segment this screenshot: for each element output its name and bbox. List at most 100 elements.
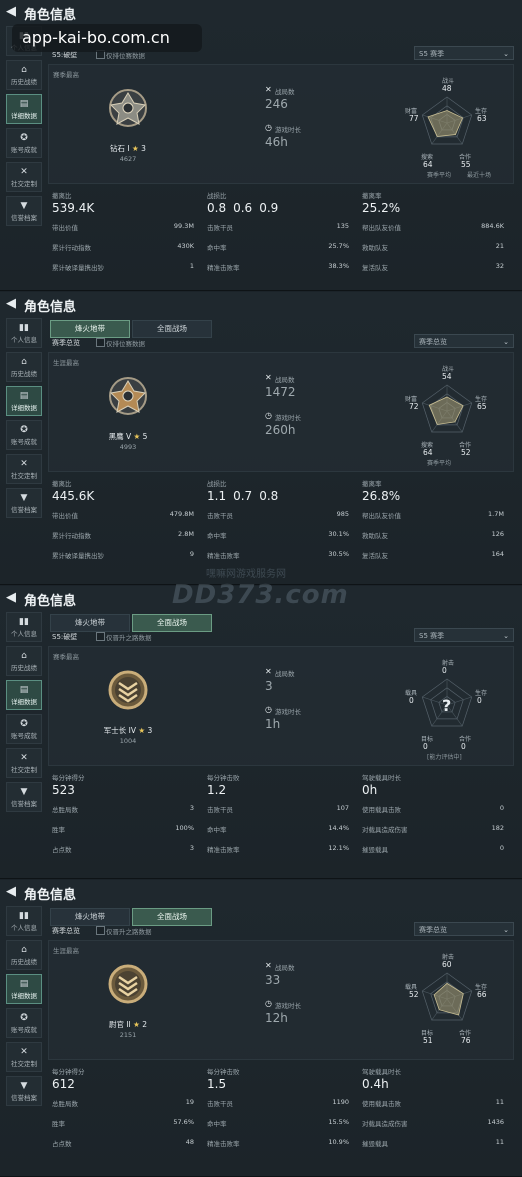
sidebar-item-4[interactable]: ✕ 社交定制 — [6, 748, 42, 778]
sidebar-item-5[interactable]: ▼ 信誉档案 — [6, 782, 42, 812]
star-icon: ★ — [135, 726, 148, 735]
sidebar-item-3[interactable]: ✪ 账号成就 — [6, 714, 42, 744]
ability-radar-chart: 战斗48财富77生存63搜索64合作55赛季平均 最近十场 — [405, 77, 491, 179]
stat-row-label: 复活队友 — [362, 264, 388, 272]
stat-row-label: 击败干员 — [207, 512, 233, 520]
back-arrow-icon[interactable]: ◀ — [6, 4, 16, 19]
stat-row: 救助队友 21 — [362, 242, 504, 252]
crossed-swords-icon: ✕ — [265, 373, 272, 382]
stat-row-value: 14.4% — [328, 824, 349, 832]
sidebar-item-5[interactable]: ▼ 信誉档案 — [6, 488, 42, 518]
stat-row: 命中率 14.4% — [207, 824, 349, 834]
stat-head-label: 战损比 — [207, 192, 227, 200]
sidebar-item-1[interactable]: ⌂ 历史战绩 — [6, 646, 42, 676]
season-dropdown[interactable]: 赛季总览 ⌄ — [414, 334, 514, 348]
sidebar-item-4[interactable]: ✕ 社交定制 — [6, 454, 42, 484]
tab-mode-0[interactable]: 烽火地带 — [50, 614, 130, 632]
sidebar-item-0[interactable]: ▮▮ 个人信息 — [6, 906, 42, 936]
sidebar-item-2[interactable]: ▤ 详细数据 — [6, 680, 42, 710]
stat-row-value: 9 — [189, 550, 194, 558]
sidebar-item-label: 社交定制 — [11, 472, 37, 480]
stats-column-2: 每分钟击败 1.2 击败干员 107 命中率 14.4% 精准击败率 12.1% — [207, 772, 357, 854]
season-dropdown[interactable]: S5 赛季 ⌄ — [414, 628, 514, 642]
back-arrow-icon[interactable]: ◀ — [6, 296, 16, 311]
stat-row: 占点数 48 — [52, 1138, 194, 1148]
stat-row: 对载具造成伤害 1436 — [362, 1118, 504, 1128]
season-dropdown[interactable]: 赛季总览 ⌄ — [414, 922, 514, 936]
stat-row-label: 命中率 — [207, 1120, 227, 1128]
sidebar-icon: ✪ — [20, 133, 28, 143]
sidebar-item-2[interactable]: ▤ 详细数据 — [6, 94, 42, 124]
radar-br: 52 — [461, 448, 471, 457]
back-arrow-icon[interactable]: ◀ — [6, 884, 16, 899]
chevron-down-icon: ⌄ — [503, 632, 509, 640]
radar-right: 65 — [477, 402, 487, 411]
stat-row: 帮出队友价值 884.6K — [362, 222, 504, 232]
stat-row: 带出价值 99.3M — [52, 222, 194, 232]
rank-name: 尉官 II ★ 2 — [93, 1019, 163, 1030]
stat-row-label: 对载具造成伤害 — [362, 826, 408, 834]
best-rank-label: 赛季最高 — [53, 653, 79, 661]
battles-value: 33 — [265, 973, 281, 987]
radar-top: 48 — [442, 84, 452, 93]
sidebar-item-0[interactable]: ▮▮ 个人信息 — [6, 318, 42, 348]
stat-head-label: 每分钟击败 — [207, 1068, 240, 1076]
stat-row: 命中率 15.5% — [207, 1118, 349, 1128]
sidebar-item-3[interactable]: ✪ 账号成就 — [6, 128, 42, 158]
sidebar-item-1[interactable]: ⌂ 历史战绩 — [6, 352, 42, 382]
stat-head-value: 445.6K — [52, 489, 95, 503]
stat-head-value: 1.2 — [207, 783, 227, 797]
stat-row: 命中率 25.7% — [207, 242, 349, 252]
crossed-swords-icon: ✕ — [265, 667, 272, 676]
stats-column-1: 每分钟得分 523 总胜局数 3 胜率 100% 占点数 3 — [52, 772, 202, 854]
sidebar-item-2[interactable]: ▤ 详细数据 — [6, 386, 42, 416]
stat-row-value: 11 — [495, 1138, 504, 1146]
season-dropdown-value: 赛季总览 — [419, 926, 447, 934]
sidebar-item-5[interactable]: ▼ 信誉档案 — [6, 196, 42, 226]
tab-mode-0[interactable]: 烽火地带 — [50, 320, 130, 338]
sidebar-item-5[interactable]: ▼ 信誉档案 — [6, 1076, 42, 1106]
sidebar-item-0[interactable]: ▮▮ 个人信息 — [6, 612, 42, 642]
filter-checkbox[interactable] — [96, 632, 105, 641]
tab-mode-0[interactable]: 烽火地带 — [50, 908, 130, 926]
radar-legend-a: 赛季平均 — [427, 171, 451, 179]
time-value: 1h — [265, 717, 281, 731]
sidebar-item-3[interactable]: ✪ 账号成就 — [6, 1008, 42, 1038]
sidebar: ▮▮ 个人信息 ⌂ 历史战绩 ▤ 详细数据 ✪ 账号成就 ✕ 社交定制 ▼ 信誉档案 — [6, 318, 42, 522]
stat-row: 击败干员 1190 — [207, 1098, 349, 1108]
kd-value: 0.8 — [207, 201, 227, 215]
season-dropdown[interactable]: S5 赛季 ⌄ — [414, 46, 514, 60]
stats-column-3: 驾驶载具时长 0.4h 使用载具击败 11 对载具造成伤害 1436 摧毁载具 11 — [362, 1066, 512, 1148]
stat-row-value: 100% — [175, 824, 194, 832]
back-arrow-icon[interactable]: ◀ — [6, 590, 16, 605]
radar-right: 0 — [477, 696, 482, 705]
stat-row-label: 累计行动指数 — [52, 532, 91, 540]
sidebar-item-1[interactable]: ⌂ 历史战绩 — [6, 60, 42, 90]
tab-mode-1[interactable]: 全面战场 — [132, 320, 212, 338]
filter-checkbox[interactable] — [96, 338, 105, 347]
stat-row-label: 精准击败率 — [207, 1140, 240, 1148]
sidebar-item-4[interactable]: ✕ 社交定制 — [6, 1042, 42, 1072]
season-label: 赛季总览 — [52, 339, 80, 347]
stat-row: 对载具造成伤害 182 — [362, 824, 504, 834]
radar-legend-a: [能力评估中] — [427, 753, 462, 761]
sidebar-item-3[interactable]: ✪ 账号成就 — [6, 420, 42, 450]
filter-checkbox[interactable] — [96, 926, 105, 935]
tab-mode-1[interactable]: 全面战场 — [132, 908, 212, 926]
stat-row: 复活队友 32 — [362, 262, 504, 272]
sidebar-item-label: 账号成就 — [11, 146, 37, 154]
tab-mode-1[interactable]: 全面战场 — [132, 614, 212, 632]
radar-bl: 51 — [423, 1036, 433, 1045]
sidebar-icon: ⌂ — [21, 357, 27, 367]
stat-row-value: 1436 — [487, 1118, 504, 1126]
sidebar-item-2[interactable]: ▤ 详细数据 — [6, 974, 42, 1004]
stat-row-label: 累计破译量携出钞 — [52, 552, 104, 560]
stat-row-value: 1190 — [332, 1098, 349, 1106]
stat-head-label: 撤离比 — [52, 192, 72, 200]
sidebar-item-1[interactable]: ⌂ 历史战绩 — [6, 940, 42, 970]
sidebar-item-4[interactable]: ✕ 社交定制 — [6, 162, 42, 192]
rank-score: 4993 — [119, 443, 137, 451]
stat-row-label: 带出价值 — [52, 224, 78, 232]
sidebar-item-label: 账号成就 — [11, 1026, 37, 1034]
stat-row: 胜率 57.6% — [52, 1118, 194, 1128]
